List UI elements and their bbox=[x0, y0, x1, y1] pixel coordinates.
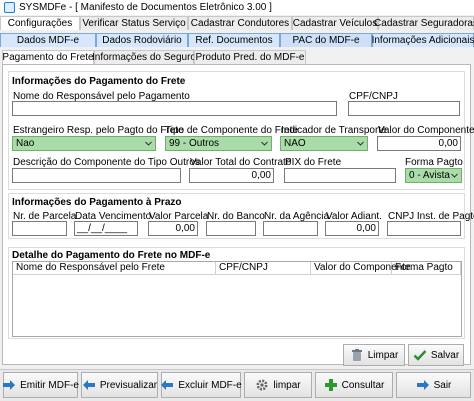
arrow-left-icon bbox=[82, 378, 96, 392]
app-icon bbox=[4, 2, 15, 13]
gear-icon bbox=[255, 378, 269, 392]
estrangeiro-select[interactable]: Nao bbox=[12, 136, 156, 151]
menu-tab-cadastrar-veiculos[interactable]: Cadastrar Veículos bbox=[292, 16, 378, 30]
tab-pac-mdfe[interactable]: PAC do MDF-e bbox=[280, 33, 372, 47]
agencia-input[interactable] bbox=[263, 221, 318, 236]
grid-header: Nome do Responsável pelo Frete CPF/CNPJ … bbox=[13, 262, 461, 275]
menu-tab-configuracoes[interactable]: Configurações bbox=[0, 16, 80, 30]
check-icon bbox=[413, 348, 427, 362]
detalhe-section-title: Detalhe do Pagamento do Frete no MDF-e bbox=[12, 250, 211, 261]
forma-pagto-select[interactable]: 0 - Avista bbox=[405, 168, 462, 183]
valor-parcela-input[interactable]: 0,00 bbox=[148, 221, 198, 236]
estrangeiro-value: Nao bbox=[16, 138, 35, 149]
tab-informacoes-adicionais[interactable]: Informações Adicionais bbox=[372, 33, 474, 47]
emitir-mdfe-button[interactable]: Emitir MDF-e bbox=[2, 372, 79, 398]
menu-tab-cadastrar-seguradoras[interactable]: Cadastrar Seguradoras bbox=[374, 16, 474, 30]
descricao-label: Descrição do Componente do Tipo Outros bbox=[13, 157, 200, 168]
limpar-label: Limpar bbox=[367, 349, 399, 361]
pix-input[interactable] bbox=[284, 168, 396, 183]
pagamento-section-title: Informações do Pagamento do Frete bbox=[12, 76, 186, 87]
dropdown-arrow-icon bbox=[451, 173, 458, 178]
responsavel-input[interactable] bbox=[12, 101, 337, 116]
arrow-right-icon bbox=[2, 378, 16, 392]
indicador-value: NAO bbox=[284, 138, 306, 149]
parcela-input[interactable] bbox=[12, 221, 67, 236]
plus-icon bbox=[324, 378, 338, 392]
vencimento-input[interactable]: __/__/____ bbox=[74, 221, 138, 236]
emitir-label: Emitir MDF-e bbox=[20, 379, 79, 391]
trash-icon bbox=[350, 348, 364, 362]
forma-pagto-label: Forma Pagto bbox=[405, 157, 463, 168]
prazo-section-title: Informações do Pagamento à Prazo bbox=[12, 197, 182, 208]
menu-tab-row: Configurações Verificar Status Serviço C… bbox=[0, 16, 474, 30]
exit-arrow-icon bbox=[416, 378, 430, 392]
forma-pagto-value: 0 - Avista bbox=[409, 170, 450, 181]
cnpj-inst-input[interactable] bbox=[387, 221, 461, 236]
adiant-input[interactable]: 0,00 bbox=[325, 221, 379, 236]
valor-total-input[interactable]: 0,00 bbox=[189, 168, 274, 183]
descricao-input[interactable] bbox=[12, 168, 181, 183]
salvar-label: Salvar bbox=[430, 349, 460, 361]
sub-tab-row: Pagamento do Frete Informações do Seguro… bbox=[2, 50, 306, 64]
menu-tab-verificar-status[interactable]: Verificar Status Serviço bbox=[80, 16, 188, 30]
tipo-value: 99 - Outros bbox=[169, 138, 220, 149]
grid-col-cpf[interactable]: CPF/CNPJ bbox=[216, 262, 311, 274]
valor-componente-label: Valor do Componente bbox=[378, 125, 474, 136]
tab-dados-mdfe[interactable]: Dados MDF-e bbox=[0, 33, 96, 47]
dropdown-arrow-icon bbox=[145, 141, 152, 146]
dropdown-arrow-icon bbox=[261, 141, 268, 146]
valor-total-label: Valor Total do Contrato bbox=[190, 157, 292, 168]
limpar-footer-button[interactable]: limpar bbox=[244, 372, 312, 398]
tab-ref-documentos[interactable]: Ref. Documentos bbox=[188, 33, 280, 47]
tab-dados-rodoviario[interactable]: Dados Rodoviário bbox=[96, 33, 188, 47]
sair-button[interactable]: Sair bbox=[396, 372, 471, 398]
indicador-label: Indicador de Transporte bbox=[281, 125, 387, 136]
salvar-button[interactable]: Salvar bbox=[408, 344, 464, 366]
menu-tab-cadastrar-condutores[interactable]: Cadastrar Condutores bbox=[188, 16, 292, 30]
sair-label: Sair bbox=[433, 379, 452, 391]
detalhe-grid[interactable]: Nome do Responsável pelo Frete CPF/CNPJ … bbox=[12, 261, 462, 337]
limpar-button[interactable]: Limpar bbox=[343, 344, 405, 366]
excluir-mdfe-button[interactable]: Excluir MDF-e bbox=[160, 372, 242, 398]
indicador-select[interactable]: NAO bbox=[280, 136, 368, 151]
pix-label: PIX do Frete bbox=[285, 157, 342, 168]
dropdown-arrow-icon bbox=[357, 141, 364, 146]
banco-input[interactable] bbox=[206, 221, 256, 236]
excluir-label: Excluir MDF-e bbox=[178, 379, 242, 391]
title-bar: SYSMDFe - [ Manifesto de Documentos Elet… bbox=[0, 0, 474, 15]
tipo-select[interactable]: 99 - Outros bbox=[165, 136, 272, 151]
grid-col-forma[interactable]: Forma Pagto bbox=[392, 262, 461, 274]
arrow-left-icon bbox=[160, 378, 174, 392]
grid-col-valor[interactable]: Valor do Componente bbox=[311, 262, 411, 274]
tipo-label: Tipo de Componente do Frete bbox=[165, 125, 299, 136]
limpar-footer-label: limpar bbox=[273, 379, 301, 391]
valor-componente-input[interactable]: 0,00 bbox=[377, 136, 461, 151]
grid-col-nome[interactable]: Nome do Responsável pelo Frete bbox=[13, 262, 216, 274]
estrangeiro-label: Estrangeiro Resp. pelo Pagto do Frete bbox=[13, 125, 184, 136]
cpf-input[interactable] bbox=[348, 101, 460, 116]
previsualizar-label: Previsualizar bbox=[99, 379, 158, 391]
consultar-label: Consultar bbox=[341, 379, 385, 391]
tab-pagamento-frete[interactable]: Pagamento do Frete bbox=[2, 50, 94, 64]
previsualizar-button[interactable]: Previsualizar bbox=[81, 372, 158, 398]
consultar-button[interactable]: Consultar bbox=[315, 372, 393, 398]
window-title: SYSMDFe - [ Manifesto de Documentos Elet… bbox=[19, 2, 272, 13]
tab-informacoes-seguro[interactable]: Informações do Seguro bbox=[92, 50, 196, 64]
tab-produto-pred[interactable]: Produto Pred. do MDF-e bbox=[194, 50, 306, 64]
doc-tab-row: Dados MDF-e Dados Rodoviário Ref. Docume… bbox=[0, 33, 474, 47]
